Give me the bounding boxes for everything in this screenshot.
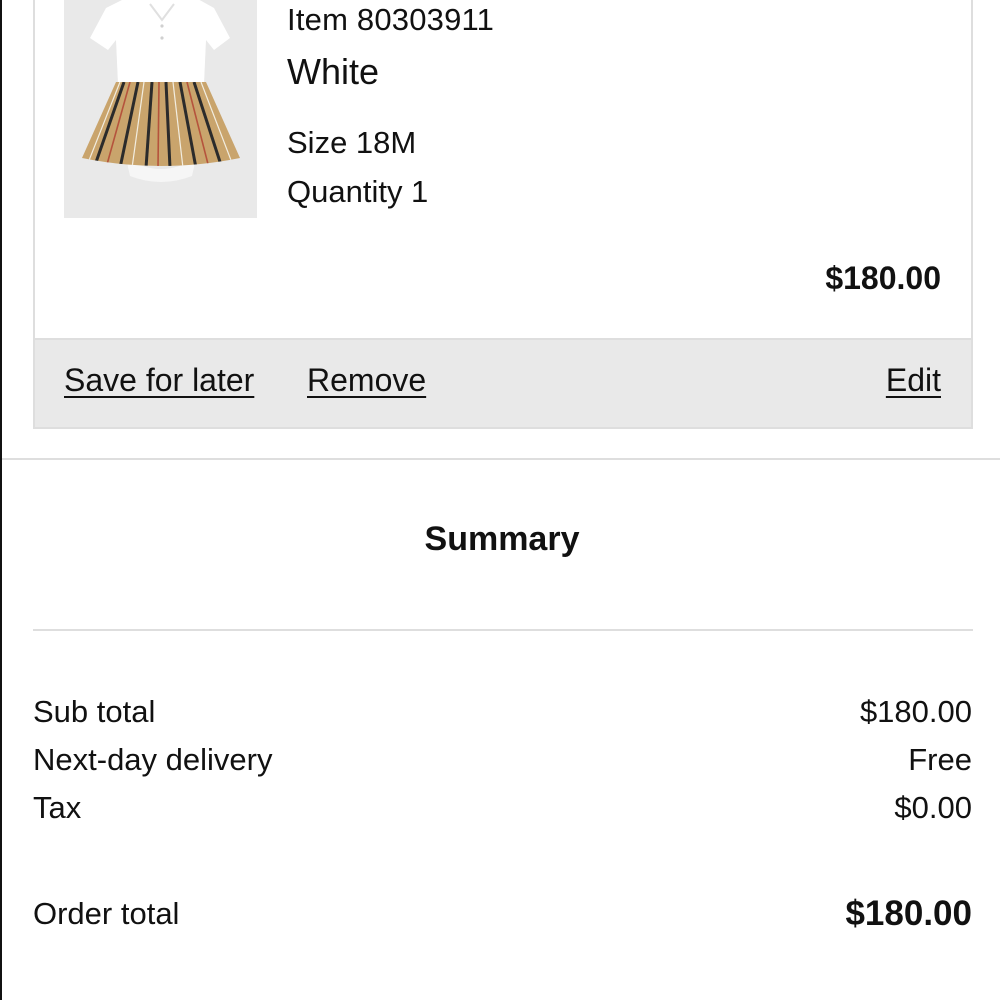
tax-label: Tax bbox=[33, 790, 82, 825]
item-size: Size 18M bbox=[287, 125, 417, 160]
product-image[interactable] bbox=[64, 0, 257, 218]
item-number: Item 80303911 bbox=[287, 2, 495, 37]
summary-title: Summary bbox=[424, 520, 580, 558]
delivery-label: Next-day delivery bbox=[33, 742, 273, 777]
item-price: $180.00 bbox=[825, 260, 941, 296]
subtotal-label: Sub total bbox=[33, 694, 156, 729]
summary-row-order-total: Order total $180.00 bbox=[33, 894, 972, 936]
subtotal-value: $180.00 bbox=[859, 694, 972, 729]
item-actions-bar: Save for later Remove Edit bbox=[35, 338, 971, 427]
item-color: White bbox=[287, 51, 380, 92]
order-total-value: $180.00 bbox=[845, 894, 972, 933]
save-for-later-link[interactable]: Save for later bbox=[64, 362, 254, 399]
cart-item-body: Item 80303911 White Size 18M Quantity 1 … bbox=[35, 0, 971, 338]
summary-row-tax: Tax $0.00 bbox=[33, 790, 972, 830]
order-total-label: Order total bbox=[33, 896, 180, 931]
summary-row-delivery: Next-day delivery Free bbox=[33, 742, 972, 782]
dress-illustration bbox=[64, 0, 257, 218]
edit-link[interactable]: Edit bbox=[886, 362, 941, 399]
section-divider bbox=[2, 458, 1000, 460]
summary-row-subtotal: Sub total $180.00 bbox=[33, 694, 972, 734]
cart-item-card: Item 80303911 White Size 18M Quantity 1 … bbox=[33, 0, 973, 429]
summary-divider bbox=[33, 629, 973, 631]
item-quantity: Quantity 1 bbox=[287, 174, 429, 209]
remove-link[interactable]: Remove bbox=[307, 362, 426, 399]
shopping-bag-page: Item 80303911 White Size 18M Quantity 1 … bbox=[0, 0, 1000, 1000]
delivery-value: Free bbox=[908, 742, 972, 777]
tax-value: $0.00 bbox=[894, 790, 972, 825]
